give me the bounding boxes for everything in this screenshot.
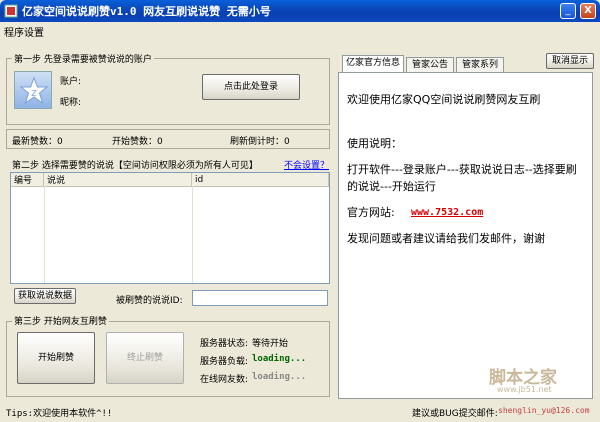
tab-notice[interactable]: 管家公告: [406, 57, 454, 72]
avatar: Z: [14, 71, 52, 109]
fetch-posts-button[interactable]: 获取说说数据: [14, 288, 76, 304]
email-text[interactable]: shenglin_yu@126.com: [498, 406, 590, 415]
info-panel: 欢迎使用亿家QQ空间说说刷赞网友互刷 使用说明： 打开软件---登录账户---获…: [338, 72, 593, 399]
start-likes: 开始赞数：0: [112, 137, 163, 147]
status-bar: Tips:欢迎使用本软件^!! 建议或BUG提交邮件: shenglin_yu@…: [0, 400, 600, 422]
tab-official-info[interactable]: 亿家官方信息: [342, 55, 404, 73]
step3-title: 第三步 开始网友互刷赞: [12, 314, 109, 327]
stop-button[interactable]: 终止刷赞: [106, 332, 184, 384]
account-label: 账户:: [60, 77, 82, 87]
post-id-input[interactable]: [192, 290, 328, 306]
usage-title: 使用说明：: [347, 137, 402, 150]
column-divider: [192, 186, 193, 283]
tab-series[interactable]: 管家系列: [456, 57, 504, 72]
col-header-id[interactable]: id: [191, 173, 329, 187]
server-status-label: 服务器状态:: [200, 339, 249, 349]
online-users-value: loading...: [252, 372, 307, 382]
nickname-label: 昵称:: [60, 98, 82, 108]
menu-bar: 程序设置: [0, 22, 600, 39]
online-users-label: 在线网友数:: [200, 375, 249, 385]
server-load-value: loading...: [252, 354, 307, 364]
server-status-value: 等待开始: [252, 339, 289, 349]
window-title: 亿家空间说说刷赞v1.0 网友互刷说说赞 无需小号: [22, 5, 271, 18]
col-header-post[interactable]: 说说: [43, 173, 192, 187]
suggest-label: 建议或BUG提交邮件:: [412, 409, 498, 419]
col-header-number[interactable]: 编号: [11, 173, 44, 187]
menu-item-settings[interactable]: 程序设置: [4, 24, 44, 39]
posts-table[interactable]: 编号 说说 id: [10, 172, 330, 284]
close-button[interactable]: X: [580, 3, 596, 19]
tips-text: Tips:欢迎使用本软件^!!: [6, 409, 113, 419]
website-link[interactable]: www.7532.com: [411, 204, 531, 221]
minimize-button[interactable]: _: [560, 3, 576, 19]
table-header-row: 编号 说说 id: [11, 173, 329, 187]
app-icon: [4, 4, 18, 18]
watermark-url: www.jb51.net: [497, 385, 552, 394]
svg-text:Z: Z: [31, 89, 37, 98]
step2-title: 第二步 选择需要赞的说说【空间访问权限必须为所有人可见】: [12, 161, 258, 171]
title-bar[interactable]: 亿家空间说说刷赞v1.0 网友互刷说说赞 无需小号 _ X: [0, 0, 600, 22]
posts-table-grid: 编号 说说 id: [11, 173, 329, 187]
help-link[interactable]: 不会设置？: [284, 158, 329, 171]
welcome-text: 欢迎使用亿家QQ空间说说刷赞网友互刷: [347, 93, 541, 106]
latest-likes: 最新赞数：0: [12, 137, 63, 147]
cancel-display-button[interactable]: 取消显示: [546, 53, 594, 69]
refresh-countdown: 刷新倒计时：0: [230, 137, 290, 147]
start-button[interactable]: 开始刷赞: [17, 332, 95, 384]
usage-body: 打开软件---登录账户---获取说说日志--选择要刷的说说---开始运行: [347, 163, 577, 193]
column-divider: [44, 186, 45, 283]
server-load-label: 服务器负载:: [200, 357, 249, 367]
contact-text: 发现问题或者建议请给我们发邮件，谢谢: [347, 232, 545, 245]
login-button[interactable]: 点击此处登录: [202, 74, 300, 100]
star-icon: Z: [19, 76, 49, 105]
post-id-label: 被刷赞的说说ID:: [116, 296, 183, 306]
step1-title: 第一步 先登录需要被赞说说的账户: [12, 52, 154, 65]
